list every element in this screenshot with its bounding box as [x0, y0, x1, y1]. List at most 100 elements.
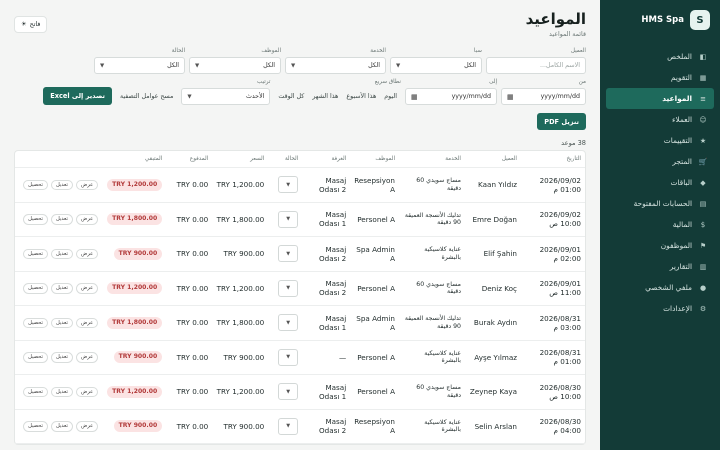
status-filter: الحالة الكل ▼	[94, 48, 185, 74]
from-date-value: yyyy/mm/dd	[540, 93, 580, 100]
brand-logo: S	[690, 10, 710, 30]
employee-select-value: الكل	[263, 62, 275, 69]
view-button[interactable]: عرض	[75, 421, 99, 432]
status-select[interactable]: ▼	[278, 314, 299, 332]
sidebar-item-packages[interactable]: ◆ الباقات	[606, 172, 714, 193]
due-cell: TRY 1,200.00	[102, 167, 167, 203]
sidebar-item-finance[interactable]: $ المالية	[606, 214, 714, 235]
view-button[interactable]: عرض	[75, 386, 99, 397]
actions-cell: عرض تعديل تحصيل	[15, 409, 103, 444]
status-select[interactable]: ▼	[278, 176, 299, 194]
sort-select[interactable]: الأحدث ▼	[181, 88, 271, 105]
client-search-input[interactable]: الاسم الكامل...	[486, 57, 586, 74]
table-row[interactable]: 2026/08/31 01:00 م Ayşe Yılmaz عناية كلاس…	[15, 340, 585, 375]
sidebar-item-store[interactable]: 🛒 المتجر	[606, 151, 714, 172]
edit-button[interactable]: تعديل	[50, 386, 73, 397]
view-button[interactable]: عرض	[75, 214, 99, 225]
from-filter: من yyyy/mm/dd ▦	[501, 79, 586, 105]
sidebar-item-settings[interactable]: ⚙ الإعدادات	[606, 298, 714, 319]
employee-select[interactable]: الكل ▼	[189, 57, 281, 74]
room-select[interactable]: الكل ▼	[390, 57, 482, 74]
date-cell: 2026/09/01 02:00 م	[521, 236, 585, 272]
actions-cell: عرض تعديل تحصيل	[15, 271, 103, 306]
quick-range-option[interactable]: كل الوقت	[274, 93, 308, 100]
status-select[interactable]: ▼	[278, 383, 299, 401]
sidebar-item-staff[interactable]: ⚑ الموظفون	[606, 235, 714, 256]
date-cell: 2026/08/30 10:00 ص	[521, 374, 585, 410]
table-row[interactable]: 2026/09/02 10:00 ص Emre Doğan تدليك الأنس…	[15, 202, 585, 237]
due-badge: TRY 900.00	[113, 420, 163, 433]
brand[interactable]: S HMS Spa	[600, 10, 720, 30]
view-button[interactable]: عرض	[75, 352, 99, 363]
view-button[interactable]: عرض	[75, 283, 99, 294]
view-button[interactable]: عرض	[75, 248, 99, 259]
table-body: 2026/09/02 01:00 م Kaan Yıldız مساج سويدي…	[15, 167, 585, 444]
collect-button[interactable]: تحصيل	[23, 283, 48, 294]
sidebar-item-profile[interactable]: ● ملفي الشخصي	[606, 277, 714, 298]
collect-button[interactable]: تحصيل	[23, 421, 48, 432]
download-pdf-button[interactable]: تنزيل PDF	[537, 113, 586, 130]
date-cell: 2026/09/01 11:00 ص	[521, 271, 585, 306]
date-value: 2026/08/31	[539, 313, 581, 323]
quick-range-option[interactable]: اليوم	[380, 93, 401, 100]
to-date-input[interactable]: yyyy/mm/dd ▦	[405, 88, 497, 105]
sidebar-item-open-accounts[interactable]: ▤ الحسابات المفتوحة	[606, 193, 714, 214]
actions-cell: عرض تعديل تحصيل	[15, 305, 103, 341]
sidebar-item-reports[interactable]: ▥ التقارير	[606, 256, 714, 277]
column-header: الغرفة	[302, 151, 351, 168]
collect-button[interactable]: تحصيل	[23, 386, 48, 397]
export-excel-button[interactable]: تصدير إلى Excel	[43, 87, 112, 105]
collect-button[interactable]: تحصيل	[23, 248, 48, 259]
status-select[interactable]: ▼	[278, 210, 299, 228]
due-badge: TRY 1,200.00	[107, 385, 163, 398]
employee-filter: الموظف الكل ▼	[189, 48, 281, 74]
quick-range-option[interactable]: هذا الشهر	[308, 93, 342, 100]
date-value: 2026/09/01	[539, 279, 581, 289]
room-cell: —	[302, 340, 351, 375]
table-row[interactable]: 2026/09/01 02:00 م Elif Şahin عناية كلاسي…	[15, 236, 585, 272]
status-select[interactable]: ▼	[278, 279, 299, 297]
client-cell: Ayşe Yılmaz	[465, 340, 521, 375]
nav-icon: ▦	[699, 73, 707, 82]
edit-button[interactable]: تعديل	[50, 283, 73, 294]
status-select[interactable]: الكل ▼	[94, 57, 185, 74]
quick-range: نطاق سريع اليوم هذا الأسبوع هذا الشهر كل ال…	[274, 79, 401, 105]
collect-button[interactable]: تحصيل	[23, 179, 48, 190]
appointments-table: التاريخ العميل الخدمة الموظف الغرفة الحالة الس…	[14, 150, 586, 445]
edit-button[interactable]: تعديل	[50, 179, 73, 190]
table-row[interactable]: 2026/09/02 01:00 م Kaan Yıldız مساج سويدي…	[15, 167, 585, 203]
table-row[interactable]: 2026/09/01 11:00 ص Deniz Koç مساج سويدي 6…	[15, 271, 585, 306]
collect-button[interactable]: تحصيل	[23, 317, 48, 328]
edit-button[interactable]: تعديل	[50, 248, 73, 259]
time-value: 04:00 م	[553, 426, 581, 436]
theme-toggle-button[interactable]: فاتح ☀	[14, 16, 48, 33]
edit-button[interactable]: تعديل	[50, 352, 73, 363]
edit-button[interactable]: تعديل	[50, 214, 73, 225]
sidebar-item-clients[interactable]: ☺ العملاء	[606, 109, 714, 130]
quick-range-option[interactable]: هذا الأسبوع	[342, 93, 380, 100]
status-select[interactable]: ▼	[278, 417, 299, 435]
client-search-placeholder: الاسم الكامل...	[539, 62, 580, 69]
service-select[interactable]: الكل ▼	[285, 57, 386, 74]
view-button[interactable]: عرض	[75, 179, 99, 190]
sidebar-item-summary[interactable]: ◧ الملخص	[606, 46, 714, 67]
status-select[interactable]: ▼	[278, 348, 299, 366]
view-button[interactable]: عرض	[75, 317, 99, 328]
date-cell: 2026/09/02 10:00 ص	[521, 202, 585, 237]
paid-cell: TRY 0.00	[166, 202, 213, 237]
sidebar-item-appointments[interactable]: ≡ المواعيد	[606, 88, 714, 109]
employee-cell: Personel A	[350, 202, 399, 237]
table-row[interactable]: 2026/08/31 03:00 م Burak Aydın تدليك الأن…	[15, 305, 585, 341]
collect-button[interactable]: تحصيل	[23, 352, 48, 363]
sidebar-item-calendar[interactable]: ▦ التقويم	[606, 67, 714, 88]
from-date-input[interactable]: yyyy/mm/dd ▦	[501, 88, 586, 105]
table-row[interactable]: 2026/08/30 04:00 م Selin Arslan عناية كلا…	[15, 409, 585, 444]
edit-button[interactable]: تعديل	[50, 317, 73, 328]
edit-button[interactable]: تعديل	[50, 421, 73, 432]
status-select[interactable]: ▼	[278, 245, 299, 263]
status-filter-label: الحالة	[171, 48, 185, 54]
clear-filters-button[interactable]: مسح عوامل التصفية	[116, 93, 177, 100]
sidebar-item-reviews[interactable]: ★ التقييمات	[606, 130, 714, 151]
table-row[interactable]: 2026/08/30 10:00 ص Zeynep Kaya مساج سويدي…	[15, 374, 585, 410]
collect-button[interactable]: تحصيل	[23, 214, 48, 225]
